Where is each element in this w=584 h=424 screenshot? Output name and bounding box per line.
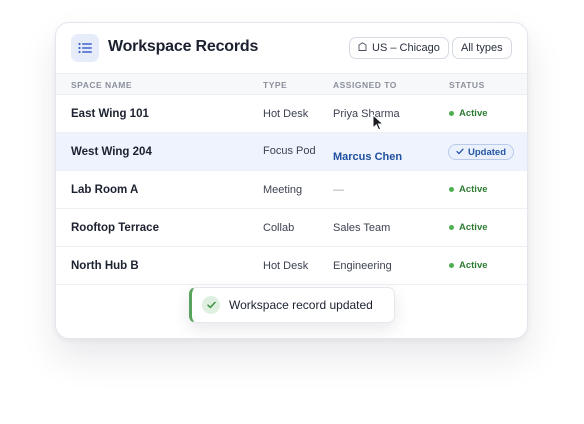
assigned-to: — [333,184,344,196]
status-dot-icon [449,263,454,268]
column-header-status: STATUS [449,80,485,90]
building-icon [358,42,367,54]
table-row[interactable]: East Wing 101 Hot Desk Priya Sharma Acti… [56,95,527,133]
status-label: Active [459,260,488,271]
space-name: Rooftop Terrace [71,222,159,234]
space-type: Collab [263,222,295,234]
space-name: North Hub B [71,260,139,272]
assigned-to: Priya Sharma [333,108,400,120]
status-label: Active [459,108,488,119]
assigned-to: Sales Team [333,222,391,234]
status-badge: Active [449,222,488,233]
space-type: Hot Desk [263,260,309,272]
page-title: Workspace Records [108,38,259,55]
table-row[interactable]: Rooftop Terrace Collab Sales Team Active [56,209,527,247]
space-name: West Wing 204 [71,146,152,158]
space-name: Lab Room A [71,184,139,196]
column-header-assigned-to: ASSIGNED TO [333,80,397,90]
assigned-to: Marcus Chen [333,151,403,163]
success-toast: Workspace record updated [189,287,395,323]
type-filter-button[interactable]: All types [452,37,512,59]
status-label: Active [459,184,488,195]
check-icon [456,147,464,158]
workspace-records-card: Workspace Records US – Chicago All types… [55,22,528,339]
table-row[interactable]: North Hub B Hot Desk Engineering Active [56,247,527,285]
space-type: Focus Pod [263,145,316,157]
check-circle-icon [202,296,220,314]
space-name: East Wing 101 [71,108,149,120]
status-dot-icon [449,111,454,116]
card-header: Workspace Records US – Chicago All types [56,23,527,73]
status-badge: Active [449,108,488,119]
table-header: SPACE NAME TYPE ASSIGNED TO STATUS [56,73,527,95]
type-filter-label: All types [461,42,503,54]
status-badge: Active [449,184,488,195]
status-label: Active [459,222,488,233]
table-row-selected[interactable]: West Wing 204 Focus Pod Marcus Chen Upda… [56,133,527,171]
status-dot-icon [449,225,454,230]
status-dot-icon [449,187,454,192]
space-type: Hot Desk [263,108,309,120]
toast-message: Workspace record updated [229,298,373,312]
mouse-pointer-icon [372,113,385,131]
table-row[interactable]: Lab Room A Meeting — Active [56,171,527,209]
assigned-to: Engineering [333,260,392,272]
space-type: Meeting [263,184,303,196]
status-label: Updated [468,146,506,158]
location-filter-button[interactable]: US – Chicago [349,37,449,59]
location-filter-label: US – Chicago [372,42,440,54]
column-header-type: TYPE [263,80,288,90]
status-badge-updated: Updated [448,144,514,160]
status-badge: Active [449,260,488,271]
column-header-space-name: SPACE NAME [71,80,133,90]
list-icon [71,34,99,62]
